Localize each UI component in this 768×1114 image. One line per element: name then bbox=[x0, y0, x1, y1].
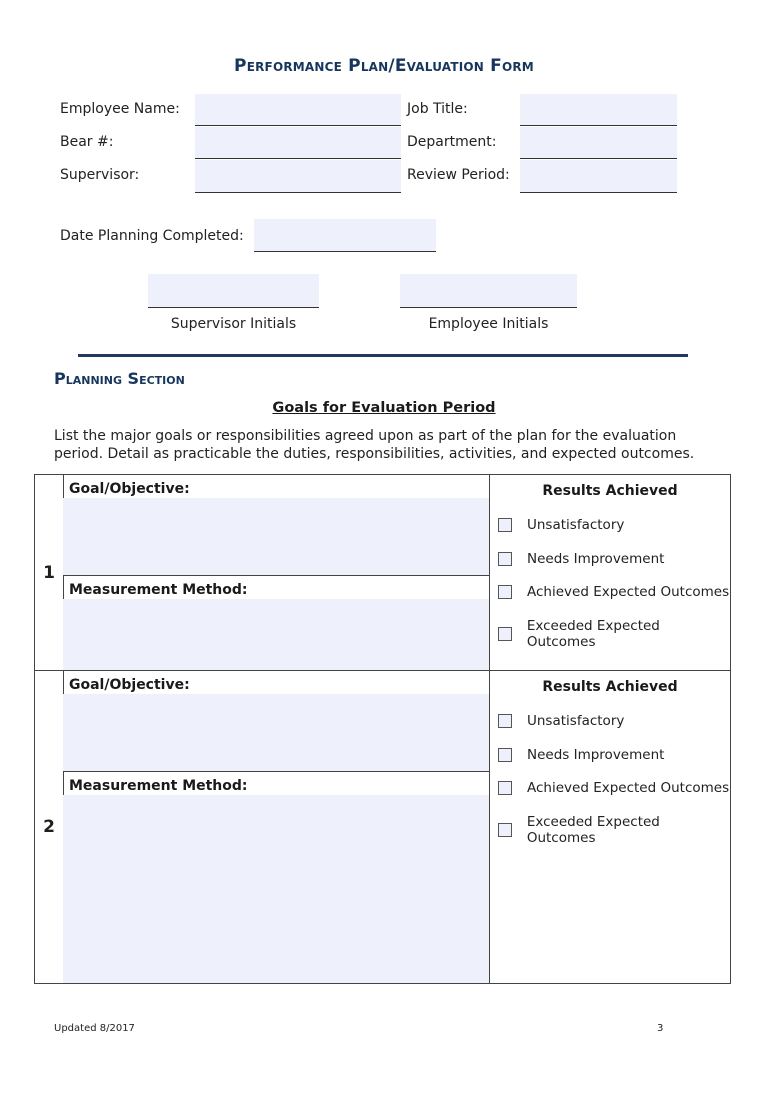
option-label: Needs Improvement bbox=[527, 747, 665, 763]
goal-objective-input[interactable] bbox=[63, 498, 489, 575]
department-field[interactable] bbox=[520, 127, 677, 159]
option-label: Achieved Expected Outcomes bbox=[527, 584, 730, 600]
goal-objective-label: Goal/Objective: bbox=[69, 481, 190, 497]
option-label: Exceeded Expected Outcomes bbox=[526, 618, 660, 650]
option-needs-improvement[interactable]: Needs Improvement bbox=[498, 747, 664, 763]
checkbox[interactable] bbox=[498, 518, 512, 532]
measurement-method-label: Measurement Method: bbox=[69, 582, 248, 598]
goals-title: Goals for Evaluation Period bbox=[272, 400, 496, 416]
planning-section-title: Planning Section bbox=[54, 369, 185, 388]
goal-number: 1 bbox=[35, 475, 64, 670]
footer-updated-date: Updated 8/2017 bbox=[54, 1023, 135, 1034]
supervisor-input[interactable] bbox=[195, 160, 401, 192]
results-achieved-title: Results Achieved bbox=[542, 679, 678, 695]
bear-number-field[interactable] bbox=[195, 127, 401, 159]
goal-objective-area[interactable] bbox=[63, 498, 489, 575]
supervisor-label: Supervisor: bbox=[60, 167, 140, 183]
goal-objective-section: Goal/Objective: bbox=[63, 671, 489, 772]
goal-objective-input[interactable] bbox=[63, 694, 489, 771]
option-label: Unsatisfactory bbox=[527, 517, 625, 533]
option-label: Needs Improvement bbox=[527, 551, 665, 567]
bear-number-label: Bear #: bbox=[60, 134, 114, 150]
goal-objective-area[interactable] bbox=[63, 694, 489, 771]
goal-details: Goal/Objective: Measurement Method: bbox=[63, 475, 490, 670]
option-label: Exceeded Expected Outcomes bbox=[526, 814, 660, 846]
goal-details: Goal/Objective: Measurement Method: bbox=[63, 671, 490, 983]
form-title: Performance Plan/Evaluation Form bbox=[234, 56, 534, 76]
job-title-label: Job Title: bbox=[407, 101, 468, 117]
department-label: Department: bbox=[407, 134, 497, 150]
measurement-method-section: Measurement Method: bbox=[63, 772, 489, 983]
supervisor-initials-field[interactable] bbox=[148, 274, 319, 308]
checkbox[interactable] bbox=[498, 714, 512, 728]
supervisor-initials-label: Supervisor Initials bbox=[170, 316, 297, 332]
option-unsatisfactory[interactable]: Unsatisfactory bbox=[498, 713, 624, 729]
checkbox[interactable] bbox=[498, 748, 512, 762]
employee-initials-label: Employee Initials bbox=[428, 316, 549, 332]
review-period-input[interactable] bbox=[520, 160, 677, 192]
checkbox[interactable] bbox=[498, 781, 512, 795]
option-needs-improvement[interactable]: Needs Improvement bbox=[498, 551, 664, 567]
measurement-method-area[interactable] bbox=[63, 599, 489, 670]
measurement-method-label: Measurement Method: bbox=[69, 778, 248, 794]
goal-number: 2 bbox=[35, 671, 64, 983]
review-period-field[interactable] bbox=[520, 160, 677, 193]
goal-block-2: 2 Goal/Objective: Measurement Method: Re… bbox=[34, 670, 731, 984]
option-achieved-expected[interactable]: Achieved Expected Outcomes bbox=[498, 780, 729, 796]
job-title-input[interactable] bbox=[520, 94, 677, 125]
date-planning-label: Date Planning Completed: bbox=[60, 228, 244, 244]
employee-name-field[interactable] bbox=[195, 94, 401, 126]
employee-initials-input[interactable] bbox=[400, 274, 577, 307]
bear-number-input[interactable] bbox=[195, 127, 401, 158]
checkbox[interactable] bbox=[498, 585, 512, 599]
results-achieved-panel: Results Achieved Unsatisfactory Needs Im… bbox=[490, 475, 730, 670]
goal-objective-section: Goal/Objective: bbox=[63, 475, 489, 576]
date-planning-input[interactable] bbox=[254, 219, 436, 251]
department-input[interactable] bbox=[520, 127, 677, 158]
planning-intro-text: List the major goals or responsibilities… bbox=[54, 428, 695, 462]
goal-block-1: 1 Goal/Objective: Measurement Method: Re… bbox=[34, 474, 731, 671]
supervisor-field[interactable] bbox=[195, 160, 401, 193]
employee-initials-field[interactable] bbox=[400, 274, 577, 308]
date-planning-field[interactable] bbox=[254, 219, 436, 252]
review-period-label: Review Period: bbox=[407, 167, 510, 183]
goal-objective-label: Goal/Objective: bbox=[69, 677, 190, 693]
option-exceeded-expected[interactable]: Exceeded Expected Outcomes bbox=[498, 618, 730, 650]
section-divider bbox=[78, 354, 688, 357]
measurement-method-section: Measurement Method: bbox=[63, 576, 489, 670]
option-unsatisfactory[interactable]: Unsatisfactory bbox=[498, 517, 624, 533]
job-title-field[interactable] bbox=[520, 94, 677, 126]
results-achieved-panel: Results Achieved Unsatisfactory Needs Im… bbox=[490, 671, 730, 983]
supervisor-initials-input[interactable] bbox=[148, 274, 319, 307]
measurement-method-input[interactable] bbox=[63, 599, 489, 670]
measurement-method-input[interactable] bbox=[63, 795, 489, 983]
checkbox[interactable] bbox=[498, 627, 512, 641]
measurement-method-area[interactable] bbox=[63, 795, 489, 983]
employee-name-input[interactable] bbox=[195, 94, 401, 125]
option-label: Unsatisfactory bbox=[527, 713, 625, 729]
option-label: Achieved Expected Outcomes bbox=[527, 780, 730, 796]
option-exceeded-expected[interactable]: Exceeded Expected Outcomes bbox=[498, 814, 730, 846]
checkbox[interactable] bbox=[498, 552, 512, 566]
results-achieved-title: Results Achieved bbox=[542, 483, 678, 499]
option-achieved-expected[interactable]: Achieved Expected Outcomes bbox=[498, 584, 729, 600]
checkbox[interactable] bbox=[498, 823, 512, 837]
employee-name-label: Employee Name: bbox=[60, 101, 180, 117]
page-number: 3 bbox=[657, 1023, 664, 1034]
